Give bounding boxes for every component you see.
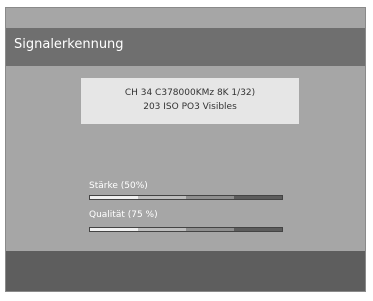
channel-info-box: CH 34 C378000KMz 8K 1/32) 203 ISO PO3 Vi… bbox=[81, 78, 299, 124]
signal-detection-screen: Signalerkennung CH 34 C378000KMz 8K 1/32… bbox=[5, 7, 366, 292]
strength-meter bbox=[89, 195, 283, 200]
quality-label: Qualität (75 %) bbox=[89, 210, 158, 220]
quality-meter bbox=[89, 227, 283, 232]
channel-frequency-text: CH 34 C378000KMz 8K 1/32) bbox=[124, 88, 256, 98]
bottom-bar bbox=[6, 251, 365, 291]
title-bar: Signalerkennung bbox=[6, 28, 365, 66]
screen-title: Signalerkennung bbox=[14, 37, 124, 52]
service-info-text: 203 ISO PO3 Visibles bbox=[143, 102, 237, 112]
strength-label: Stärke (50%) bbox=[89, 181, 148, 191]
